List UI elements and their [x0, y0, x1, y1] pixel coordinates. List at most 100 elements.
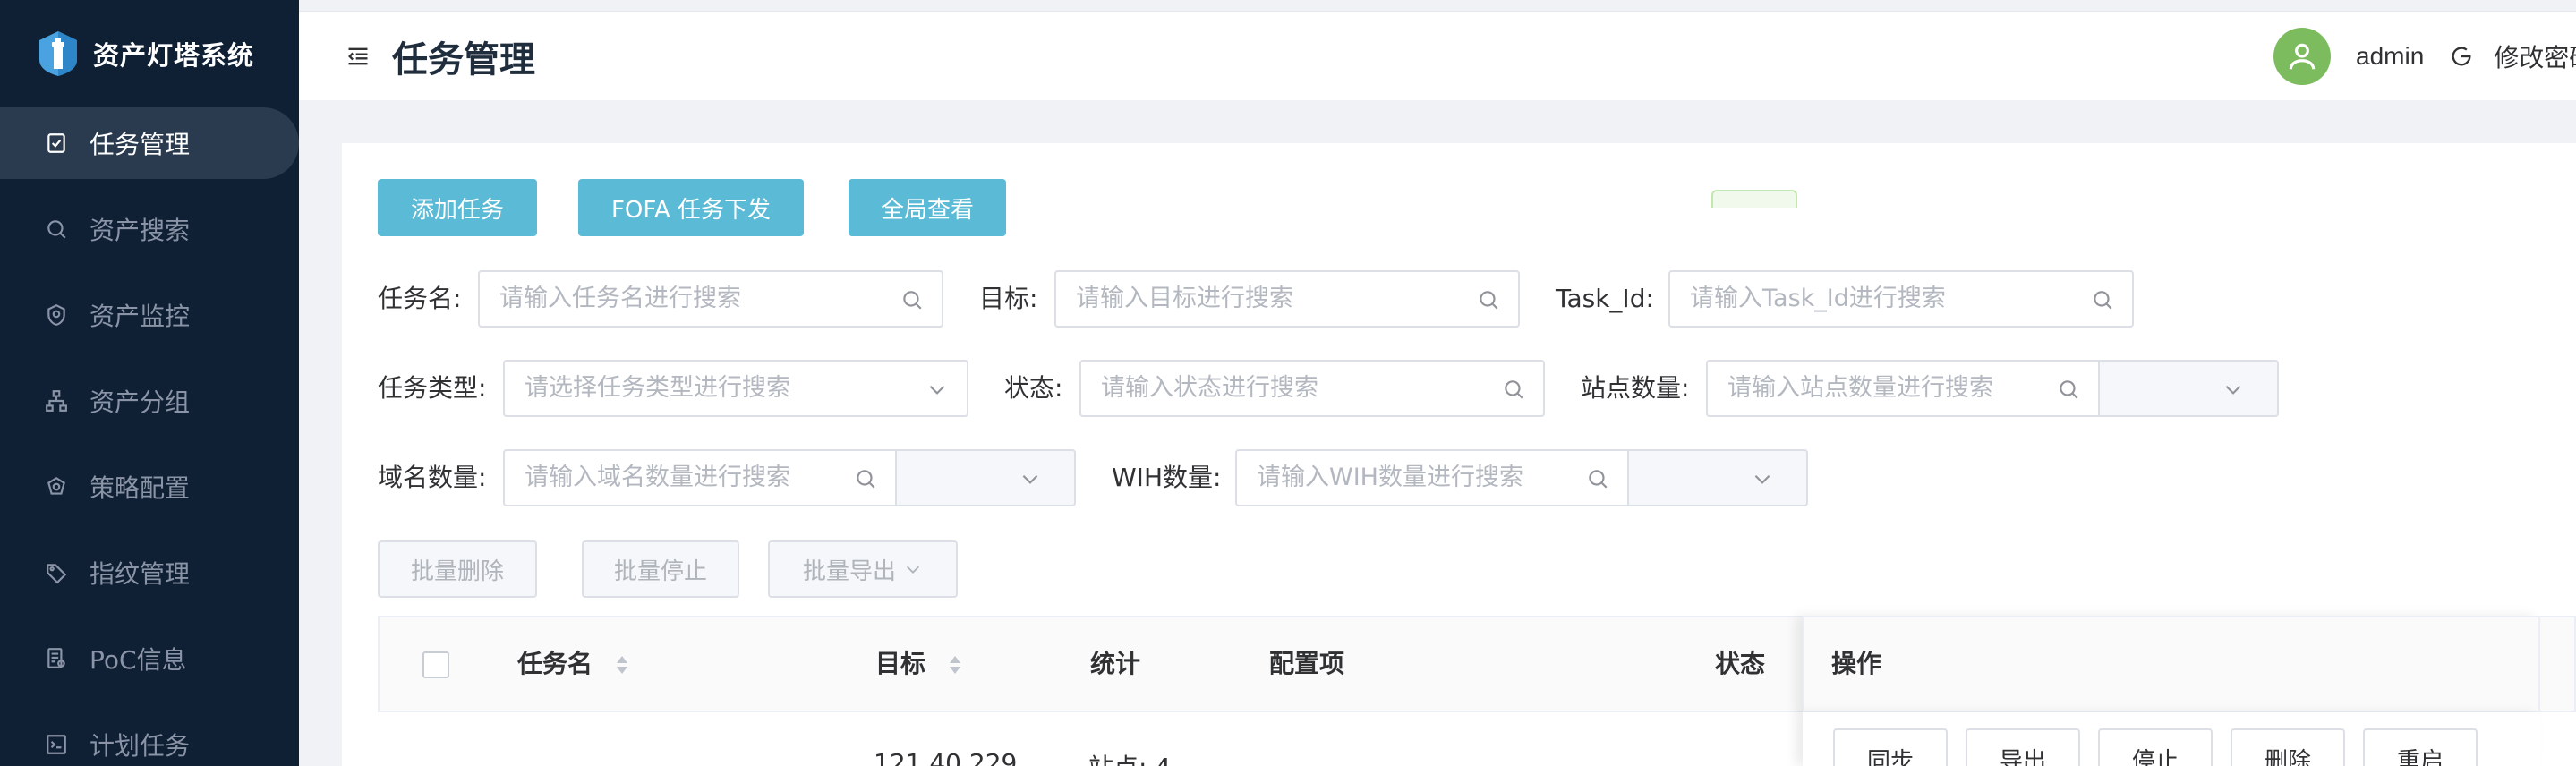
add-task-button[interactable]: 添加任务 — [378, 179, 537, 236]
sidebar-menu: 任务管理 资产搜索 资产监控 资产分组 策略配置 指纹管理 PoC信息 计划任务 — [0, 107, 299, 766]
target-label: 目标: — [979, 284, 1038, 313]
status-input[interactable]: 请输入状态进行搜索 — [1079, 360, 1545, 417]
avatar[interactable] — [2273, 28, 2331, 85]
row-stats: 站点: 4 — [1088, 748, 1171, 766]
poc-document-icon — [43, 645, 70, 672]
domain-count-label: 域名数量: — [378, 463, 487, 492]
column-header-actions-fixed: 操作 — [1803, 616, 2540, 712]
batch-stop-button[interactable]: 批量停止 — [582, 540, 739, 598]
row-target: 121.40.229 — [874, 748, 1018, 766]
target-input[interactable]: 请输入目标进行搜索 — [1054, 270, 1520, 328]
wih-count-placeholder: 请输入WIH数量进行搜索 — [1257, 464, 1523, 491]
top-header: 任务管理 admin 修改密码 — [299, 11, 2576, 100]
search-icon — [2094, 291, 2112, 310]
fofa-task-button[interactable]: FOFA 任务下发 — [578, 179, 804, 236]
sidebar-item-poc-info[interactable]: PoC信息 — [0, 623, 299, 694]
sidebar-item-label: 资产分组 — [90, 387, 191, 417]
chevron-down-icon — [1022, 474, 1038, 484]
restart-button[interactable]: 重启 — [2363, 728, 2478, 766]
sidebar-item-label: 资产监控 — [90, 302, 191, 331]
export-button[interactable]: 导出 — [1966, 728, 2080, 766]
column-header-config: 配置项 — [1269, 649, 1345, 678]
site-count-operator-select[interactable] — [2098, 360, 2279, 417]
task-name-label: 任务名: — [378, 284, 462, 313]
site-count-input[interactable]: 请输入站点数量进行搜索 — [1706, 360, 2100, 417]
sidebar-item-task-management[interactable]: 任务管理 — [0, 107, 299, 179]
task-icon — [43, 130, 70, 157]
sidebar: 资产灯塔系统 任务管理 资产搜索 资产监控 资产分组 策略配置 指纹管理 PoC… — [0, 0, 299, 766]
sidebar-item-label: 策略配置 — [90, 473, 191, 503]
app-title: 资产灯塔系统 — [93, 40, 255, 71]
sidebar-item-asset-monitor[interactable]: 资产监控 — [0, 279, 299, 351]
batch-export-label: 批量导出 — [802, 557, 896, 585]
sidebar-item-policy-config[interactable]: 策略配置 — [0, 451, 299, 523]
stop-button[interactable]: 停止 — [2098, 728, 2213, 766]
status-badge — [1711, 190, 1797, 208]
wih-count-input[interactable]: 请输入WIH数量进行搜索 — [1235, 449, 1629, 506]
sidebar-item-label: PoC信息 — [90, 645, 187, 675]
change-password-link[interactable]: 修改密码 — [2494, 38, 2576, 74]
chevron-down-icon — [906, 566, 920, 574]
task-name-placeholder: 请输入任务名进行搜索 — [499, 285, 741, 312]
lighthouse-logo-icon — [39, 31, 77, 76]
wih-count-operator-select[interactable] — [1627, 449, 1808, 506]
sidebar-item-label: 任务管理 — [90, 130, 191, 159]
task-management-panel: 添加任务 FOFA 任务下发 全局查看 任务名: 请输入任务名进行搜索 目标: … — [342, 143, 2576, 766]
task-type-label: 任务类型: — [378, 373, 487, 403]
task-id-label: Task_Id: — [1556, 284, 1654, 313]
sort-icon[interactable] — [614, 653, 630, 677]
monitor-shield-icon — [43, 302, 70, 328]
sidebar-item-label: 计划任务 — [90, 731, 191, 761]
chevron-down-icon — [2225, 385, 2241, 395]
sidebar-item-asset-search[interactable]: 资产搜索 — [0, 193, 299, 265]
user-area: admin 修改密码 — [2273, 28, 2576, 85]
status-placeholder: 请输入状态进行搜索 — [1101, 374, 1318, 402]
domain-count-input[interactable]: 请输入域名数量进行搜索 — [503, 449, 897, 506]
search-icon — [1480, 291, 1498, 310]
terminal-icon — [43, 731, 70, 758]
sidebar-item-fingerprint[interactable]: 指纹管理 — [0, 537, 299, 609]
select-all-checkbox[interactable] — [422, 651, 449, 678]
sort-icon[interactable] — [947, 653, 963, 677]
search-icon — [857, 470, 875, 489]
delete-button[interactable]: 删除 — [2231, 728, 2345, 766]
sync-button[interactable]: 同步 — [1833, 728, 1948, 766]
column-label: 目标 — [875, 649, 926, 678]
search-icon — [1505, 380, 1523, 399]
wih-count-label: WIH数量: — [1112, 463, 1222, 492]
fingerprint-tag-icon — [43, 559, 70, 586]
chevron-down-icon — [1754, 474, 1770, 484]
column-label: 任务名 — [517, 649, 593, 678]
column-header-stats: 统计 — [1090, 649, 1141, 678]
logout-icon[interactable] — [2449, 44, 2474, 69]
collapse-sidebar-button[interactable] — [344, 42, 372, 71]
site-count-label: 站点数量: — [1581, 373, 1690, 403]
column-header-task-name[interactable]: 任务名 — [517, 617, 630, 711]
search-icon — [2060, 380, 2078, 399]
row-actions: 同步 导出 停止 删除 重启 — [1803, 712, 2540, 766]
task-name-input[interactable]: 请输入任务名进行搜索 — [478, 270, 943, 328]
brand: 资产灯塔系统 — [0, 0, 299, 107]
global-view-button[interactable]: 全局查看 — [849, 179, 1006, 236]
domain-count-placeholder: 请输入域名数量进行搜索 — [525, 464, 790, 491]
chevron-down-icon — [929, 385, 945, 395]
user-icon — [2289, 43, 2316, 70]
batch-export-dropdown[interactable]: 批量导出 — [768, 540, 958, 598]
column-header-target[interactable]: 目标 — [875, 617, 963, 711]
batch-delete-button[interactable]: 批量删除 — [378, 540, 537, 598]
site-count-placeholder: 请输入站点数量进行搜索 — [1727, 374, 1993, 402]
policy-badge-icon — [43, 473, 70, 500]
task-id-placeholder: 请输入Task_Id进行搜索 — [1690, 285, 1946, 312]
sidebar-item-scheduled-task[interactable]: 计划任务 — [0, 709, 299, 766]
task-id-input[interactable]: 请输入Task_Id进行搜索 — [1668, 270, 2134, 328]
sidebar-item-label: 资产搜索 — [90, 216, 191, 245]
column-header-status: 状态 — [1715, 649, 1766, 678]
task-type-select[interactable]: 请选择任务类型进行搜索 — [503, 360, 968, 417]
search-icon — [903, 291, 922, 310]
task-type-placeholder: 请选择任务类型进行搜索 — [525, 374, 790, 402]
page-title: 任务管理 — [392, 38, 535, 81]
sidebar-item-asset-group[interactable]: 资产分组 — [0, 365, 299, 437]
username: admin — [2356, 42, 2425, 70]
domain-count-operator-select[interactable] — [895, 449, 1076, 506]
search-icon — [43, 216, 70, 243]
